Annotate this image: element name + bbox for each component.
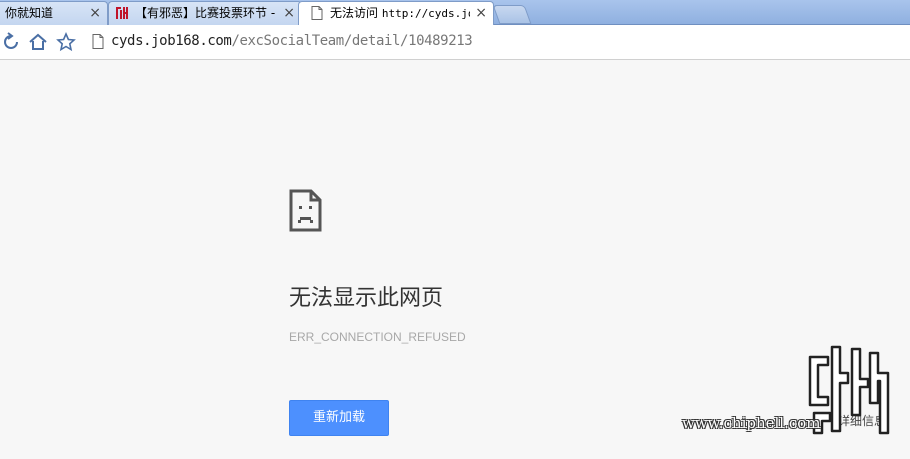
chiphell-icon bbox=[116, 7, 128, 19]
new-tab-button[interactable] bbox=[492, 5, 532, 24]
reload-button[interactable]: 重新加载 bbox=[289, 400, 389, 436]
bookmark-star-icon[interactable] bbox=[56, 32, 76, 52]
watermark-site-text: www.chiphell.com bbox=[682, 414, 821, 432]
reload-icon[interactable] bbox=[2, 32, 22, 52]
url-path: /excSocialTeam/detail/10489213 bbox=[231, 33, 473, 49]
error-code: ERR_CONNECTION_REFUSED bbox=[289, 330, 466, 344]
tab-1[interactable]: 你就知道 × bbox=[0, 1, 108, 25]
tab-2[interactable]: 【有邪恶】比赛投票环节 - × bbox=[108, 1, 302, 25]
tab-title-url: http://cyds.jo bbox=[381, 7, 470, 20]
close-icon[interactable]: × bbox=[475, 2, 487, 24]
page-icon bbox=[92, 34, 104, 49]
sad-page-icon bbox=[289, 189, 322, 232]
url-host: cyds.job168.com bbox=[111, 33, 232, 49]
error-title: 无法显示此网页 bbox=[289, 286, 444, 311]
close-icon[interactable]: × bbox=[89, 2, 101, 24]
tab-title: 无法访问 http://cyds.jo bbox=[330, 2, 470, 25]
tab-3[interactable]: 无法访问 http://cyds.jo × bbox=[298, 1, 494, 26]
home-icon[interactable] bbox=[28, 32, 48, 52]
tab-title-text: 无法访问 bbox=[330, 6, 382, 20]
close-icon[interactable]: × bbox=[283, 2, 295, 24]
toolbar: cyds.job168.com/excSocialTeam/detail/104… bbox=[0, 25, 910, 60]
address-bar[interactable]: cyds.job168.com/excSocialTeam/detail/104… bbox=[86, 29, 906, 55]
tab-strip: 你就知道 × 【有邪恶】比赛投票环节 - × 无法访问 http://cyds.… bbox=[0, 0, 910, 26]
tab-title: 【有邪恶】比赛投票环节 - bbox=[135, 6, 276, 20]
page-icon bbox=[311, 6, 323, 20]
url-text[interactable]: cyds.job168.com/excSocialTeam/detail/104… bbox=[111, 33, 473, 49]
tab-title: 你就知道 bbox=[5, 6, 54, 20]
